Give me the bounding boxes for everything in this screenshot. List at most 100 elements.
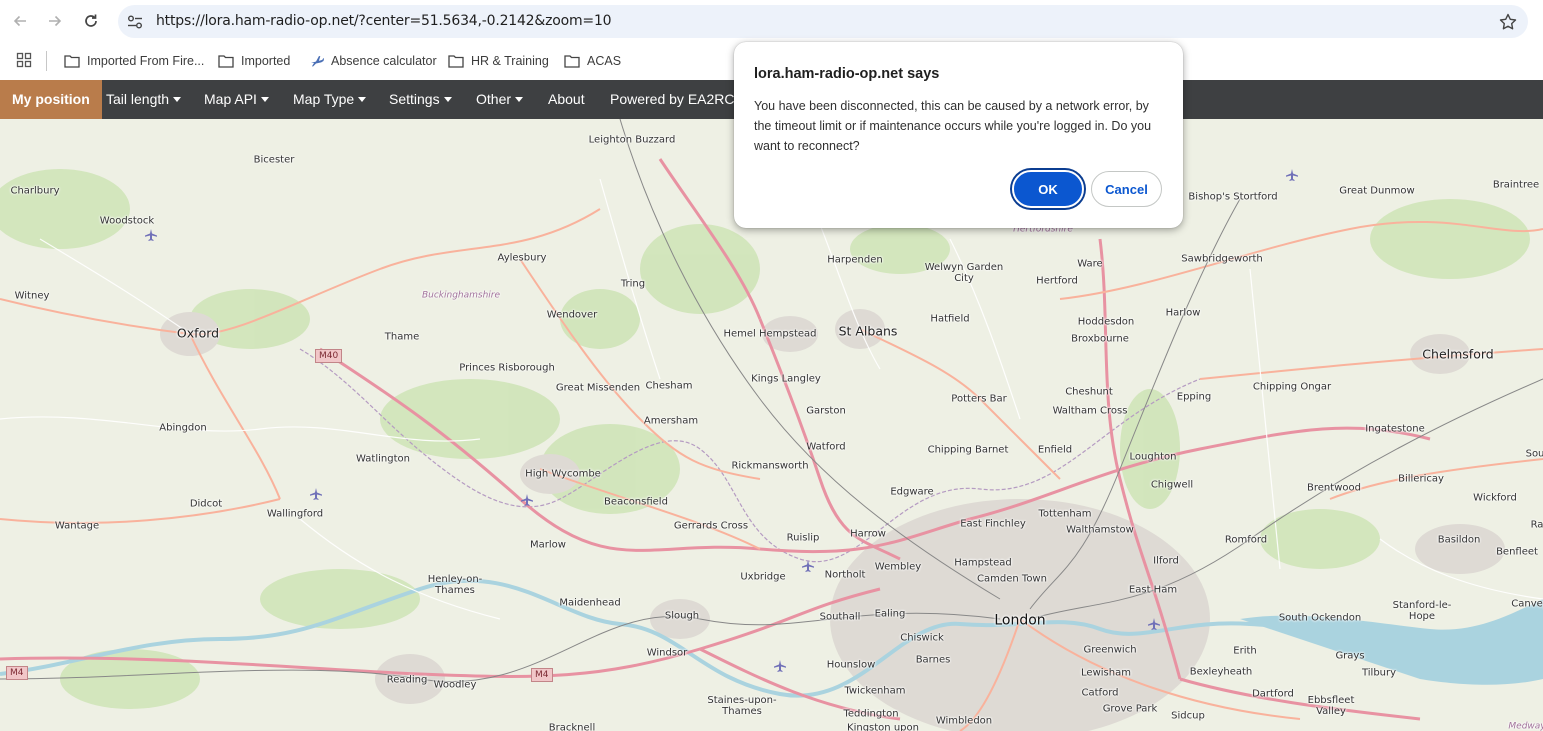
map-label: Ealing	[874, 608, 906, 620]
map-label: Canvey	[1511, 598, 1543, 610]
menu-label: Tail length	[106, 91, 170, 107]
map-label: Kings Langley	[751, 373, 821, 385]
map-label: Erith	[1233, 645, 1257, 657]
airplane-icon	[521, 494, 533, 506]
caret-down-icon	[358, 96, 367, 102]
bookmark-label: HR & Training	[471, 54, 549, 68]
map-label: Leighton Buzzard	[588, 134, 676, 146]
menu-map-type[interactable]: Map Type	[293, 80, 367, 119]
map-label: Greenwich	[1083, 644, 1137, 656]
bookmark-imported[interactable]: Imported	[218, 51, 290, 71]
map-label: Barnes	[915, 654, 951, 666]
map-label: Thame	[384, 331, 420, 343]
airplane-icon	[311, 56, 324, 67]
map-label: Charlbury	[10, 185, 60, 197]
map-label: Walthamstow	[1066, 524, 1134, 536]
road-shield: M40	[315, 349, 343, 363]
map-label: Edgware	[890, 486, 934, 498]
map-label: London	[994, 612, 1046, 629]
bookmark-imported-from-firefox[interactable]: Imported From Fire...	[64, 51, 204, 71]
menu-my-position[interactable]: My position	[0, 80, 102, 119]
map-label: Slough	[664, 610, 700, 622]
bookmarks-separator	[46, 51, 47, 71]
map-label: Gerrards Cross	[673, 520, 749, 532]
cancel-button[interactable]: Cancel	[1091, 171, 1162, 207]
map-label: Sawbridgeworth	[1181, 253, 1263, 265]
menu-tail-length[interactable]: Tail length	[106, 80, 182, 119]
map-label: Didcot	[189, 498, 223, 510]
map-label: Medway	[1508, 721, 1543, 731]
ok-button[interactable]: OK	[1012, 170, 1084, 208]
map-label: Tring	[620, 278, 646, 290]
menu-powered-by[interactable]: Powered by EA2RCF	[610, 80, 743, 119]
map-label: Rickmansworth	[731, 460, 809, 472]
map-label: Bracknell	[548, 722, 596, 731]
airplane-icon	[1148, 618, 1160, 630]
forward-button[interactable]	[42, 8, 68, 34]
menu-label: Map API	[204, 91, 257, 107]
map-label: Epping	[1176, 391, 1212, 403]
road-shield: M4	[531, 668, 553, 682]
dialog-title: lora.ham-radio-op.net says	[754, 66, 940, 82]
back-button[interactable]	[7, 8, 33, 34]
map-label: Abingdon	[159, 422, 207, 434]
caret-down-icon	[260, 96, 269, 102]
map-label: Wembley	[874, 561, 922, 573]
menu-label: Other	[476, 91, 512, 107]
map-label: Harlow	[1165, 307, 1201, 319]
map-label: St Albans	[838, 323, 898, 339]
map-label: Enfield	[1037, 444, 1073, 456]
address-url[interactable]: https://lora.ham-radio-op.net/?center=51…	[156, 13, 612, 29]
disconnect-dialog: lora.ham-radio-op.net says You have been…	[734, 42, 1183, 228]
map-label: Ruislip	[786, 532, 820, 544]
map-label: Basildon	[1437, 534, 1481, 546]
airplane-icon	[774, 660, 786, 672]
menu-other[interactable]: Other	[476, 80, 524, 119]
map-label: Wickford	[1473, 492, 1517, 504]
menu-map-api[interactable]: Map API	[204, 80, 269, 119]
address-bar[interactable]: https://lora.ham-radio-op.net/?center=51…	[118, 5, 1528, 38]
airplane-icon	[802, 560, 814, 572]
bookmark-absence-calculator[interactable]: Absence calculator	[310, 51, 437, 71]
map-label: Marlow	[530, 539, 566, 551]
map-label: Potters Bar	[951, 393, 1007, 405]
folder-icon	[564, 55, 580, 68]
menu-settings[interactable]: Settings	[389, 80, 452, 119]
map-label: Ebbsfleet Valley	[1307, 695, 1355, 717]
map-label: Loughton	[1129, 451, 1177, 463]
star-icon[interactable]	[1498, 12, 1518, 32]
map-label: Broxbourne	[1071, 333, 1129, 345]
map-label: Chipping Ongar	[1252, 381, 1332, 393]
map-label: Bishop's Stortford	[1188, 191, 1278, 203]
map-label: Lewisham	[1081, 667, 1131, 679]
tune-icon[interactable]	[126, 13, 144, 31]
menu-label: Settings	[389, 91, 440, 107]
map-label: Great Dunmow	[1339, 185, 1415, 197]
menu-about[interactable]: About	[548, 80, 585, 119]
map-label: Chelmsford	[1422, 346, 1494, 362]
reload-icon	[85, 14, 97, 27]
bookmark-acas[interactable]: ACAS	[564, 51, 621, 71]
map-label: Cheshunt	[1065, 386, 1113, 398]
bookmark-hr-training[interactable]: HR & Training	[448, 51, 549, 71]
map-label: Southall	[819, 611, 861, 623]
menu-label: Map Type	[293, 91, 355, 107]
map-label: Catford	[1081, 687, 1119, 699]
apps-grid-icon[interactable]	[16, 52, 32, 68]
map-label: Hounslow	[826, 659, 876, 671]
map-label: Tilbury	[1361, 667, 1397, 679]
map-label: Camden Town	[977, 573, 1047, 585]
map-label: Wimbledon	[935, 715, 993, 727]
map-label: Princes Risborough	[459, 362, 555, 374]
reload-button[interactable]	[78, 8, 104, 34]
bookmark-label: Imported From Fire...	[87, 54, 205, 68]
map-label: Sidcup	[1171, 710, 1205, 722]
caret-down-icon	[515, 96, 524, 102]
folder-icon	[64, 55, 80, 68]
map-label: Twickenham	[844, 685, 906, 697]
map-label: Reading	[386, 674, 428, 686]
map-label: Watlington	[356, 453, 410, 465]
dialog-message: You have been disconnected, this can be …	[754, 99, 1152, 153]
map-label: Harpenden	[827, 254, 883, 266]
map-label: Chesham	[645, 380, 693, 392]
